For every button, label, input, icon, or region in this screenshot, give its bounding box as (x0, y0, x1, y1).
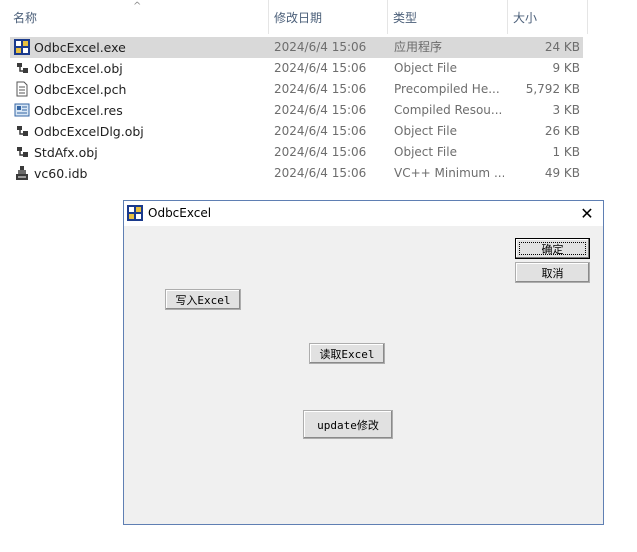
ok-button[interactable]: 确定 (515, 238, 590, 259)
column-divider[interactable] (587, 0, 588, 34)
file-type: VC++ Minimum ... (394, 166, 504, 180)
file-row[interactable]: OdbcExcelDlg.obj 2024/6/4 15:06 Object Fil… (10, 121, 583, 142)
column-header-date[interactable]: 修改日期 (274, 0, 322, 36)
cancel-button[interactable]: 取消 (515, 262, 590, 283)
file-row[interactable]: StdAfx.obj 2024/6/4 15:06 Object File 1 KB (10, 142, 583, 163)
file-row[interactable]: OdbcExcel.exe 2024/6/4 15:06 应用程序 24 KB (10, 37, 583, 58)
idb-file-icon (16, 166, 28, 180)
file-date: 2024/6/4 15:06 (274, 145, 367, 159)
file-type: Object File (394, 124, 457, 138)
file-size: 49 KB (544, 166, 580, 180)
file-row[interactable]: OdbcExcel.pch 2024/6/4 15:06 Precompiled H… (10, 79, 583, 100)
mfc-app-icon (127, 205, 143, 221)
file-date: 2024/6/4 15:06 (274, 40, 367, 54)
close-icon: ✕ (580, 204, 594, 223)
file-size: 1 KB (552, 145, 580, 159)
file-date: 2024/6/4 15:06 (274, 61, 367, 75)
file-date: 2024/6/4 15:06 (274, 124, 367, 138)
column-divider[interactable] (268, 0, 269, 34)
file-size: 5,792 KB (525, 82, 580, 96)
odbcexcel-dialog: OdbcExcel ✕ 确定 取消 写入Excel 读取Excel update… (123, 200, 604, 525)
column-header-type[interactable]: 类型 (393, 0, 417, 36)
object-file-icon (17, 63, 28, 73)
file-date: 2024/6/4 15:06 (274, 103, 367, 117)
file-type: Object File (394, 145, 457, 159)
column-divider[interactable] (507, 0, 508, 34)
dialog-title: OdbcExcel (148, 206, 212, 220)
resource-file-icon (14, 103, 30, 117)
file-name: OdbcExcel.exe (34, 40, 126, 55)
file-name: OdbcExcel.obj (34, 61, 123, 76)
file-name: vc60.idb (34, 166, 88, 181)
sort-ascending-icon: ^ (133, 1, 142, 12)
dialog-titlebar[interactable]: OdbcExcel ✕ (124, 201, 603, 226)
exe-app-icon (14, 39, 30, 55)
file-type: Compiled Resou... (394, 103, 503, 117)
column-divider[interactable] (387, 0, 388, 34)
file-name: OdbcExcel.res (34, 103, 123, 118)
file-size: 26 KB (544, 124, 580, 138)
file-size: 24 KB (544, 40, 580, 54)
file-name: StdAfx.obj (34, 145, 98, 160)
object-file-icon (17, 126, 28, 136)
column-header-size[interactable]: 大小 (513, 0, 537, 36)
file-name: OdbcExcel.pch (34, 82, 127, 97)
file-row[interactable]: OdbcExcel.res 2024/6/4 15:06 Compiled Reso… (10, 100, 583, 121)
file-row[interactable]: OdbcExcel.obj 2024/6/4 15:06 Object File 9 … (10, 58, 583, 79)
file-name: OdbcExcelDlg.obj (34, 124, 144, 139)
update-button[interactable]: update修改 (303, 410, 393, 439)
file-date: 2024/6/4 15:06 (274, 166, 367, 180)
column-header-name[interactable]: 名称 (13, 0, 37, 36)
file-row[interactable]: vc60.idb 2024/6/4 15:06 VC++ Minimum ... 49… (10, 163, 583, 184)
document-file-icon (16, 81, 28, 97)
write-excel-button[interactable]: 写入Excel (165, 289, 241, 310)
file-type: 应用程序 (394, 40, 443, 54)
file-date: 2024/6/4 15:06 (274, 82, 367, 96)
read-excel-button[interactable]: 读取Excel (309, 343, 385, 364)
file-type: Object File (394, 61, 457, 75)
object-file-icon (17, 147, 28, 157)
file-size: 9 KB (552, 61, 580, 75)
file-type: Precompiled He... (394, 82, 500, 96)
close-button[interactable]: ✕ (571, 201, 603, 226)
ok-button-label: 确定 (541, 242, 564, 256)
file-size: 3 KB (552, 103, 580, 117)
